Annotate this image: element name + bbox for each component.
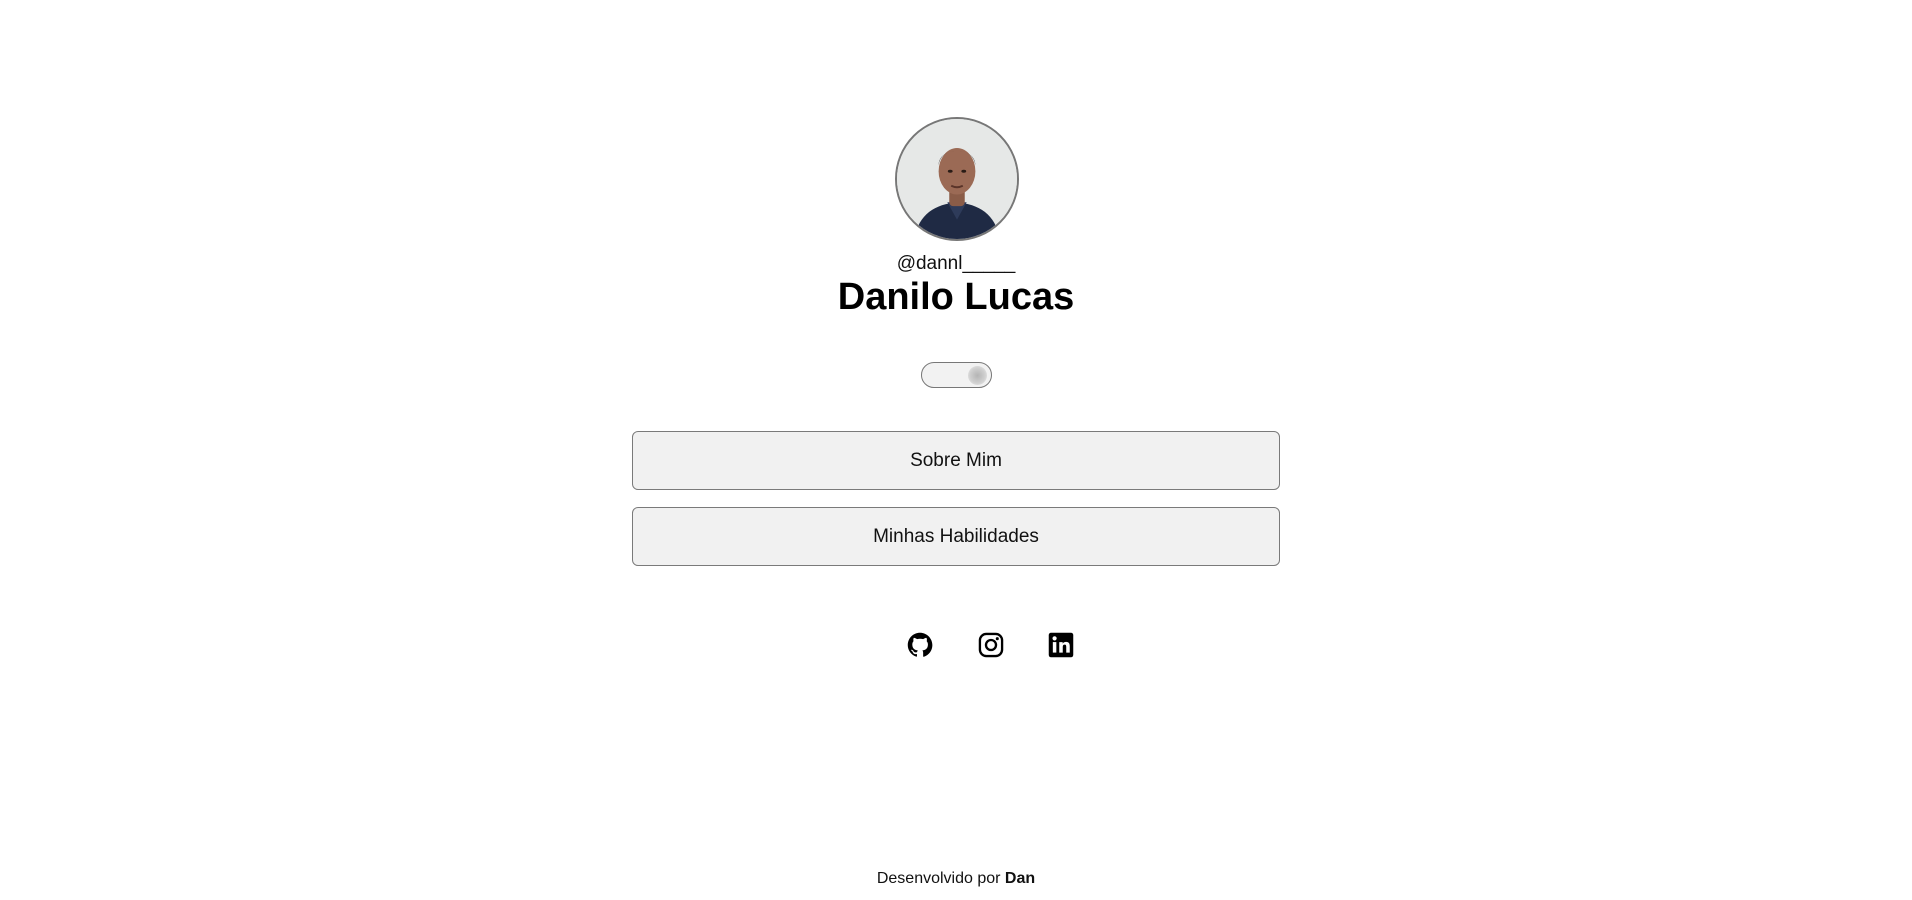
toggle-switch-icon (968, 366, 987, 385)
instagram-icon (977, 631, 1005, 659)
footer-text: Desenvolvido por (876, 870, 1001, 887)
profile-handle: @dannl_____ (896, 253, 1016, 274)
github-link[interactable] (906, 631, 934, 659)
profile-page: @dannl_____ Danilo Lucas Sobre Mim Minha… (0, 0, 1912, 900)
github-icon (906, 631, 934, 659)
instagram-link[interactable] (977, 631, 1005, 659)
footer: Desenvolvido por Dan (0, 869, 1912, 889)
avatar (895, 117, 1019, 241)
skills-button[interactable]: Minhas Habilidades (632, 507, 1280, 566)
avatar-photo (897, 119, 1017, 239)
linkedin-link[interactable] (1047, 631, 1075, 659)
linkedin-icon (1047, 631, 1075, 659)
profile-name: Danilo Lucas (837, 276, 1075, 318)
skills-button-label: Minhas Habilidades (873, 525, 1039, 547)
about-me-button-label: Sobre Mim (910, 449, 1002, 471)
footer-author[interactable]: Dan (1005, 870, 1035, 887)
theme-toggle[interactable] (921, 362, 992, 388)
about-me-button[interactable]: Sobre Mim (632, 431, 1280, 490)
